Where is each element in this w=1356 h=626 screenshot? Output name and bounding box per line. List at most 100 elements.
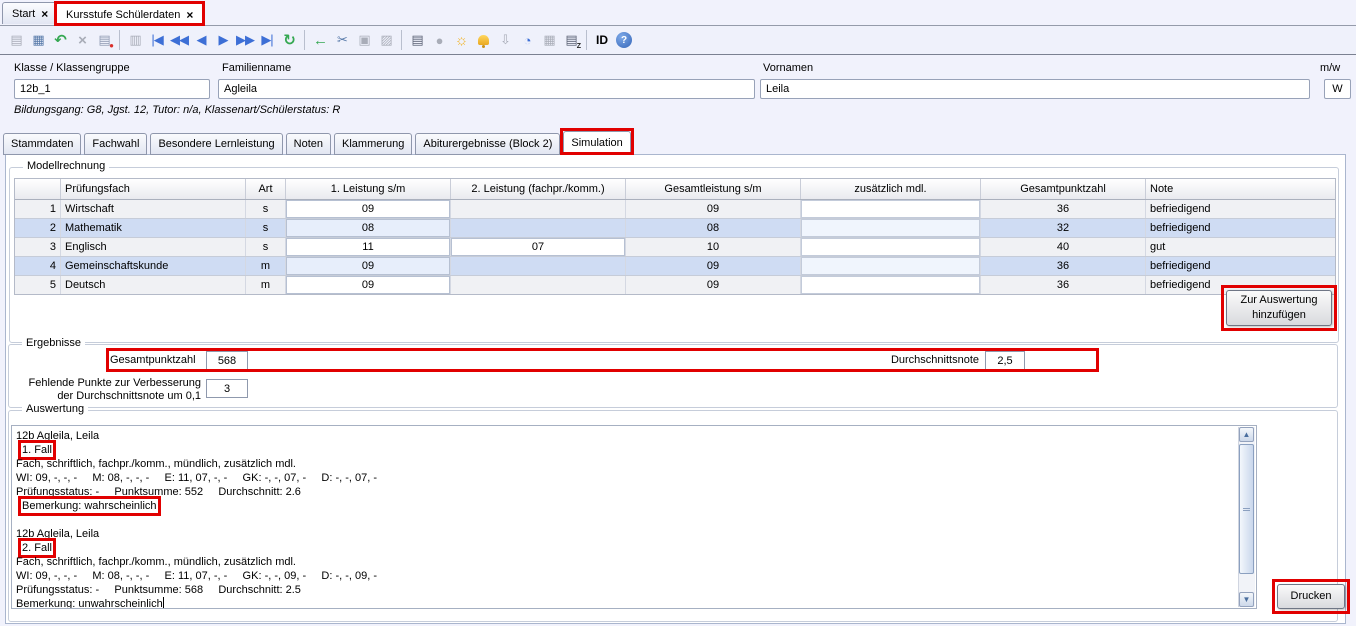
back-icon[interactable]: ← <box>309 29 331 51</box>
cut-icon[interactable]: ✂ <box>331 29 353 51</box>
tab-noten[interactable]: Noten <box>286 133 331 155</box>
gesamtleistung-cell: 09 <box>626 200 801 218</box>
model-table: Prüfungsfach Art 1. Leistung s/m 2. Leis… <box>14 178 1336 295</box>
table-row: 1 Wirtschaft s 09 09 36 befriedigend <box>15 200 1335 219</box>
gesamtpunktzahl-cell: 40 <box>981 238 1146 256</box>
auswertung-text: 12b Agleila, Leila 1. Fall Fach, schrift… <box>16 429 1236 609</box>
leistung1-cell[interactable]: 08 <box>286 219 451 237</box>
refresh-icon[interactable]: ↻ <box>278 29 300 51</box>
auswertung-line: WI: 09, -, -, - M: 08, -, -, - E: 11, 07… <box>16 471 1236 485</box>
print-icon[interactable]: ▤ <box>406 29 428 51</box>
vertical-scrollbar[interactable]: ▲ ▼ <box>1238 427 1255 607</box>
previous-fast-icon[interactable]: ◀◀ <box>168 29 190 51</box>
auswertung-line: Prüfungsstatus: - Punktsumme: 568 Durchs… <box>16 583 1236 597</box>
tb-export-icon[interactable]: ⇩ <box>494 29 516 51</box>
tab-label: Klammerung <box>342 138 404 150</box>
gesamtleistung-cell: 08 <box>626 219 801 237</box>
previous-record-icon[interactable]: ◀ <box>190 29 212 51</box>
art-cell: m <box>246 257 286 275</box>
edit-form-badge: ● <box>109 41 114 50</box>
delete-icon[interactable]: × <box>71 29 93 51</box>
new-record-icon[interactable]: ▤ <box>5 29 27 51</box>
records-icon[interactable]: ▥ <box>124 29 146 51</box>
tab-abiturergebnisse[interactable]: Abiturergebnisse (Block 2) <box>415 133 560 155</box>
fach-cell: Deutsch <box>61 276 246 294</box>
scroll-thumb[interactable] <box>1239 444 1254 574</box>
edit-form-icon[interactable]: ▤● <box>93 29 115 51</box>
id-button[interactable]: ID <box>591 29 613 51</box>
gesamtpunktzahl-cell: 32 <box>981 219 1146 237</box>
drucken-button[interactable]: Drucken <box>1277 584 1345 609</box>
vornamen-label: Vornamen <box>763 62 813 74</box>
zur-auswertung-button[interactable]: Zur Auswertung hinzufügen <box>1226 290 1332 326</box>
zusaetzlich-cell[interactable] <box>801 276 981 294</box>
tab-klammerung[interactable]: Klammerung <box>334 133 412 155</box>
annotation-box-fall1: 1. Fall <box>21 443 53 457</box>
vornamen-input[interactable]: Leila <box>760 79 1310 99</box>
close-icon[interactable]: × <box>41 9 48 19</box>
save-icon[interactable]: ▦ <box>27 29 49 51</box>
next-record-icon[interactable]: ▶ <box>212 29 234 51</box>
fehlende-punkte-label-line1: Fehlende Punkte zur Verbesserung <box>9 377 201 389</box>
zusaetzlich-cell[interactable] <box>801 238 981 256</box>
hint-lightbulb-icon[interactable]: ☼ <box>450 29 472 51</box>
tab-stammdaten[interactable]: Stammdaten <box>3 133 81 155</box>
paste-icon[interactable]: ▨ <box>375 29 397 51</box>
scroll-up-arrow[interactable]: ▲ <box>1239 427 1254 442</box>
tab-label: Besondere Lernleistung <box>158 138 274 150</box>
export-icon[interactable]: ▦ <box>538 29 560 51</box>
tab-besondere-lernleistung[interactable]: Besondere Lernleistung <box>150 133 282 155</box>
note-cell: befriedigend <box>1146 200 1335 218</box>
zusaetzlich-cell[interactable] <box>801 200 981 218</box>
leistung1-cell[interactable]: 09 <box>286 276 451 294</box>
zusaetzlich-cell[interactable] <box>801 219 981 237</box>
col-header-zusaetzlich: zusätzlich mdl. <box>801 179 981 199</box>
edit-form-glyph: ▤ <box>98 32 109 48</box>
close-icon[interactable]: × <box>186 10 193 20</box>
tab-label: Abiturergebnisse (Block 2) <box>423 138 552 150</box>
annotation-box-fall2: 2. Fall <box>21 541 53 555</box>
next-fast-icon[interactable]: ▶▶ <box>234 29 256 51</box>
gesamtleistung-cell: 09 <box>626 276 801 294</box>
row-number: 3 <box>15 238 61 256</box>
auswertung-textarea[interactable]: 12b Agleila, Leila 1. Fall Fach, schrift… <box>11 425 1257 609</box>
bell-icon[interactable] <box>472 29 494 51</box>
klasse-input[interactable]: 12b_1 <box>14 79 210 99</box>
leistung2-cell[interactable]: 07 <box>451 238 626 256</box>
record-indicator-icon[interactable]: ● <box>428 29 450 51</box>
document-tab-bar: Start × Kursstufe Schülerdaten × <box>0 0 1356 26</box>
tab-kursstufe-schuelerdaten[interactable]: Kursstufe Schülerdaten × <box>56 2 203 26</box>
fach-cell: Wirtschaft <box>61 200 246 218</box>
auswertung-line-bemerkung1: Bemerkung: wahrscheinlich <box>16 499 1236 513</box>
leistung1-cell[interactable]: 11 <box>286 238 451 256</box>
first-record-icon[interactable]: |◀ <box>146 29 168 51</box>
fehlende-punkte-field: 3 <box>206 379 248 398</box>
row-number: 1 <box>15 200 61 218</box>
undo-icon[interactable]: ↶ <box>49 29 71 51</box>
scroll-down-arrow[interactable]: ▼ <box>1239 592 1254 607</box>
mw-input[interactable]: W <box>1324 79 1351 99</box>
familienname-input[interactable]: Agleila <box>218 79 755 99</box>
auswertung-line-fall2: 2. Fall <box>16 541 1236 555</box>
mw-label: m/w <box>1320 62 1340 74</box>
table-row: 2 Mathematik s 08 08 32 befriedigend <box>15 219 1335 238</box>
leistung1-cell[interactable]: 09 <box>286 257 451 275</box>
tab-fachwahl[interactable]: Fachwahl <box>84 133 147 155</box>
leistung2-cell <box>451 200 626 218</box>
zusaetzlich-cell[interactable] <box>801 257 981 275</box>
print-list-icon[interactable]: ▤Z <box>560 29 582 51</box>
leistung2-cell <box>451 276 626 294</box>
auswertung-line: 12b Agleila, Leila <box>16 429 1236 443</box>
copy-icon[interactable]: ▣ <box>353 29 375 51</box>
print-list-glyph: ▤ <box>565 32 576 48</box>
auswertung-group-label: Auswertung <box>22 403 88 415</box>
help-icon[interactable]: ? <box>613 29 635 51</box>
last-record-icon[interactable]: ▶| <box>256 29 278 51</box>
alarm-clock-icon[interactable]: ◔ <box>516 29 538 51</box>
print-list-badge: Z <box>577 43 581 50</box>
tab-start[interactable]: Start × <box>2 2 58 24</box>
auswertung-line-fall1: 1. Fall <box>16 443 1236 457</box>
leistung1-cell[interactable]: 09 <box>286 200 451 218</box>
tab-simulation[interactable]: Simulation <box>563 131 630 155</box>
auswertung-line: Fach, schriftlich, fachpr./komm., mündli… <box>16 555 1236 569</box>
